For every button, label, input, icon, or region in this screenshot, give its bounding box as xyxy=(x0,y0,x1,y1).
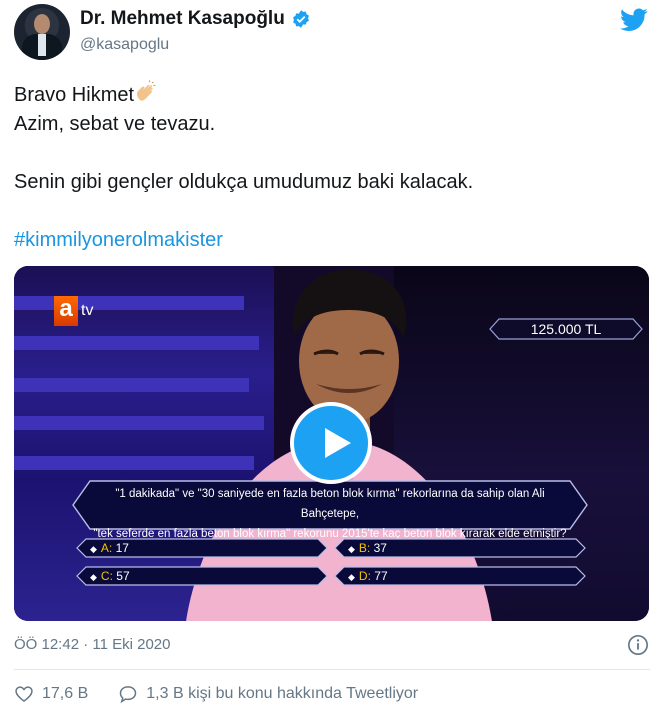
hashtag-link[interactable]: #kimmilyonerolmakister xyxy=(14,226,473,255)
tweet-line-1: Bravo Hikmet xyxy=(14,80,473,110)
conversation-text: 1,3 B kişi bu konu hakkında Tweetliyor xyxy=(146,685,419,702)
question-line-1: "1 dakikada" ve "30 saniyede en fazla be… xyxy=(115,488,545,520)
avatar[interactable] xyxy=(14,4,70,60)
studio-light-stripe xyxy=(14,296,244,310)
tweet-actions: 17,6 B 1,3 B kişi bu konu hakkında Tweet… xyxy=(14,684,418,704)
play-icon xyxy=(325,428,351,458)
diamond-icon: ◆ xyxy=(90,544,97,554)
tweet-text: Bravo Hikmet Azim, sebat ve tevazu. Seni… xyxy=(14,80,473,255)
studio-light-stripe xyxy=(14,378,249,392)
answer-c-letter: C: xyxy=(100,569,113,583)
author-name-row: Dr. Mehmet Kasapoğlu xyxy=(80,8,311,30)
answer-a-value: 17 xyxy=(115,541,129,555)
verified-badge-icon xyxy=(292,10,309,28)
answer-b: ◆ B: 37 xyxy=(348,538,387,559)
video-player[interactable]: a tv 125.000 TL "1 dakikada" ve "30 sani… xyxy=(14,266,649,621)
diamond-icon: ◆ xyxy=(90,572,97,582)
like-count: 17,6 B xyxy=(42,685,89,702)
question-text: "1 dakikada" ve "30 saniyede en fazla be… xyxy=(92,484,568,544)
heart-icon[interactable] xyxy=(14,684,34,704)
tweet-blank-line-2 xyxy=(14,197,473,226)
reply-action[interactable]: 1,3 B kişi bu konu hakkında Tweetliyor xyxy=(118,684,418,704)
author-name[interactable]: Dr. Mehmet Kasapoğlu xyxy=(80,8,285,30)
tweet-line-1-text: Bravo Hikmet xyxy=(14,84,135,106)
answer-a: ◆ A: 17 xyxy=(90,538,129,559)
speech-bubble-icon[interactable] xyxy=(118,684,138,704)
play-button[interactable] xyxy=(290,402,372,484)
answer-c-value: 57 xyxy=(116,569,130,583)
answer-b-letter: B: xyxy=(358,541,371,555)
channel-logo-box: a xyxy=(54,296,78,326)
twitter-bird-icon[interactable] xyxy=(620,8,648,32)
answer-d-letter: D: xyxy=(358,569,371,583)
answer-c: ◆ C: 57 xyxy=(90,566,130,587)
avatar-face xyxy=(34,14,50,34)
clapping-hands-emoji-icon xyxy=(136,80,156,101)
channel-logo: a tv xyxy=(54,296,93,326)
diamond-icon: ◆ xyxy=(348,572,355,582)
answer-d-value: 77 xyxy=(374,569,388,583)
answer-b-value: 37 xyxy=(373,541,387,555)
divider xyxy=(14,669,650,670)
prize-amount: 125.000 TL xyxy=(530,321,602,337)
like-action[interactable]: 17,6 B xyxy=(14,684,88,704)
author-block: Dr. Mehmet Kasapoğlu @kasapoglu xyxy=(80,8,311,54)
info-icon[interactable] xyxy=(627,634,649,656)
studio-light-stripe xyxy=(14,336,259,350)
tweet-timestamp[interactable]: ÖÖ 12:42 · 11 Eki 2020 xyxy=(14,636,170,653)
author-handle[interactable]: @kasapoglu xyxy=(80,36,311,54)
tweet-line-3: Senin gibi gençler oldukça umudumuz baki… xyxy=(14,171,474,193)
diamond-icon: ◆ xyxy=(348,544,355,554)
answer-a-letter: A: xyxy=(100,541,113,555)
channel-logo-suffix: tv xyxy=(81,302,94,319)
tweet-line-2: Azim, sebat ve tevazu. xyxy=(14,113,216,135)
answer-d: ◆ D: 77 xyxy=(348,566,388,587)
avatar-shirt xyxy=(38,34,46,56)
